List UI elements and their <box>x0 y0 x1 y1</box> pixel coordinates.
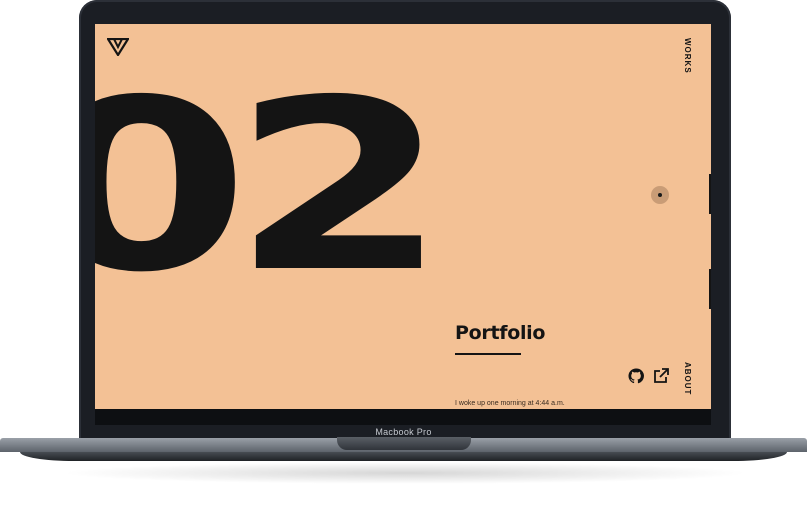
external-link-icon[interactable] <box>653 368 669 384</box>
screen-bezel <box>95 409 711 425</box>
github-icon[interactable] <box>628 368 644 384</box>
scroll-tick <box>709 174 711 214</box>
nav-about-link[interactable]: ABOUT <box>683 362 692 395</box>
laptop-shadow <box>60 462 750 484</box>
laptop-base-edge <box>20 452 787 461</box>
website-screen: 02 WORKS ABOUT Portfolio I woke up one m… <box>95 24 711 409</box>
device-model-label: Macbook Pro <box>375 427 432 437</box>
cursor-dot <box>658 193 662 197</box>
project-title[interactable]: Portfolio <box>455 322 545 344</box>
title-underline <box>455 353 521 355</box>
nav-works-link[interactable]: WORKS <box>683 38 692 74</box>
scroll-indicator <box>707 24 711 409</box>
laptop-notch <box>337 437 471 450</box>
project-number: 02 <box>95 49 448 324</box>
project-description: I woke up one morning at 4:44 a.m. <box>455 400 565 407</box>
scroll-tick <box>709 269 711 309</box>
